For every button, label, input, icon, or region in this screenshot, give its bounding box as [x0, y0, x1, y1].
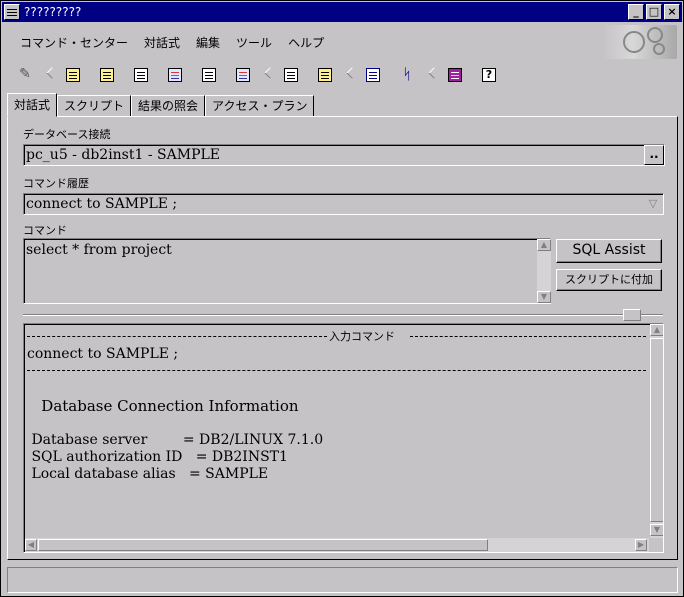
output-vertical-scrollbar[interactable]: ▲ ▼	[650, 324, 663, 538]
menu-tools[interactable]: ツール	[236, 34, 272, 51]
status-bar	[7, 567, 678, 593]
tab-query-results[interactable]: 結果の照会	[131, 95, 206, 117]
output-line: Database Connection Information	[27, 397, 299, 415]
output-line: SQL authorization ID = DB2INST1	[27, 449, 288, 465]
toolbar-separator	[266, 65, 272, 85]
output-area: 入力コマンド connect to SAMPLE ; Database Conn…	[23, 323, 664, 553]
scroll-right-icon[interactable]: ▶	[635, 539, 647, 551]
menu-edit[interactable]: 編集	[196, 34, 220, 51]
system-menu-icon[interactable]	[4, 4, 20, 20]
scroll-down-icon[interactable]: ▼	[650, 524, 663, 536]
help-icon[interactable]: ?	[478, 64, 500, 86]
output-line: Local database alias = SAMPLE	[27, 466, 269, 482]
history-dropdown[interactable]: connect to SAMPLE ;	[23, 193, 664, 215]
scroll-thumb[interactable]	[38, 539, 488, 551]
toolbar-separator	[430, 65, 436, 85]
command-label: コマンド	[23, 224, 67, 237]
scroll-thumb[interactable]	[650, 338, 663, 522]
divider	[27, 336, 327, 337]
tab-interactive[interactable]: 対話式	[7, 93, 58, 117]
command-scrollbar[interactable]: ▲ ▼	[537, 239, 551, 303]
close-button[interactable]: ×	[664, 4, 680, 20]
book-icon[interactable]	[444, 64, 466, 86]
script-run-icon[interactable]	[96, 64, 118, 86]
database-icon[interactable]	[362, 64, 384, 86]
input-command-text: connect to SAMPLE ;	[27, 346, 179, 362]
splitter-handle[interactable]	[623, 309, 641, 321]
list-icon[interactable]	[198, 64, 220, 86]
minimize-button[interactable]: _	[628, 4, 644, 20]
sql-assist-button[interactable]: SQL Assist	[556, 239, 662, 263]
menu-command-center[interactable]: コマンド・センター	[20, 34, 128, 51]
report-icon[interactable]	[314, 64, 336, 86]
toolbar-separator	[48, 65, 54, 85]
grid-icon[interactable]	[280, 64, 302, 86]
menu-interactive[interactable]: 対話式	[144, 34, 180, 51]
divider	[27, 370, 646, 371]
ibm-logo-art	[603, 25, 677, 59]
command-input[interactable]: select * from project	[23, 238, 551, 304]
append-to-script-button[interactable]: スクリプトに付加	[556, 269, 662, 291]
menu-bar: コマンド・センター 対話式 編集 ツール ヘルプ	[2, 23, 682, 61]
scroll-left-icon[interactable]: ◀	[25, 539, 37, 551]
menu-help[interactable]: ヘルプ	[288, 34, 324, 51]
toolbar: ✎ ᛋ ?	[2, 61, 682, 89]
connection-label: データベース接続	[23, 128, 111, 141]
window-title: ?????????	[24, 5, 82, 19]
connection-field[interactable]: pc_u5 - db2inst1 - SAMPLE	[23, 144, 665, 166]
splitter-line	[23, 314, 663, 316]
title-bar: ????????? _ □ ×	[2, 2, 682, 22]
chevron-down-icon[interactable]: ▽	[644, 195, 662, 213]
tab-bar: 対話式 スクリプト 結果の照会 アクセス・プラン	[7, 93, 315, 117]
document-icon[interactable]	[130, 64, 152, 86]
history-label: コマンド履歴	[23, 177, 89, 190]
tree-icon[interactable]: ᛋ	[396, 64, 418, 86]
picture-icon[interactable]	[164, 64, 186, 86]
tab-access-plan[interactable]: アクセス・プラン	[205, 95, 315, 117]
output-horizontal-scrollbar[interactable]: ◀ ▶	[25, 538, 649, 552]
tab-script[interactable]: スクリプト	[57, 95, 132, 117]
command-center-window: ????????? _ □ × コマンド・センター 対話式 編集 ツール ヘルプ…	[0, 0, 684, 597]
divider	[410, 336, 646, 337]
scroll-down-icon[interactable]: ▼	[537, 291, 551, 303]
wand-icon[interactable]: ✎	[14, 64, 36, 86]
script-icon[interactable]	[62, 64, 84, 86]
image-icon[interactable]	[232, 64, 254, 86]
maximize-button[interactable]: □	[646, 4, 662, 20]
output-line: Database server = DB2/LINUX 7.1.0	[27, 432, 324, 448]
scroll-up-icon[interactable]: ▲	[650, 324, 663, 336]
scroll-up-icon[interactable]: ▲	[537, 239, 551, 251]
input-command-header: 入力コマンド	[329, 330, 395, 343]
toolbar-separator	[348, 65, 354, 85]
connection-browse-button[interactable]: ..	[644, 145, 664, 165]
